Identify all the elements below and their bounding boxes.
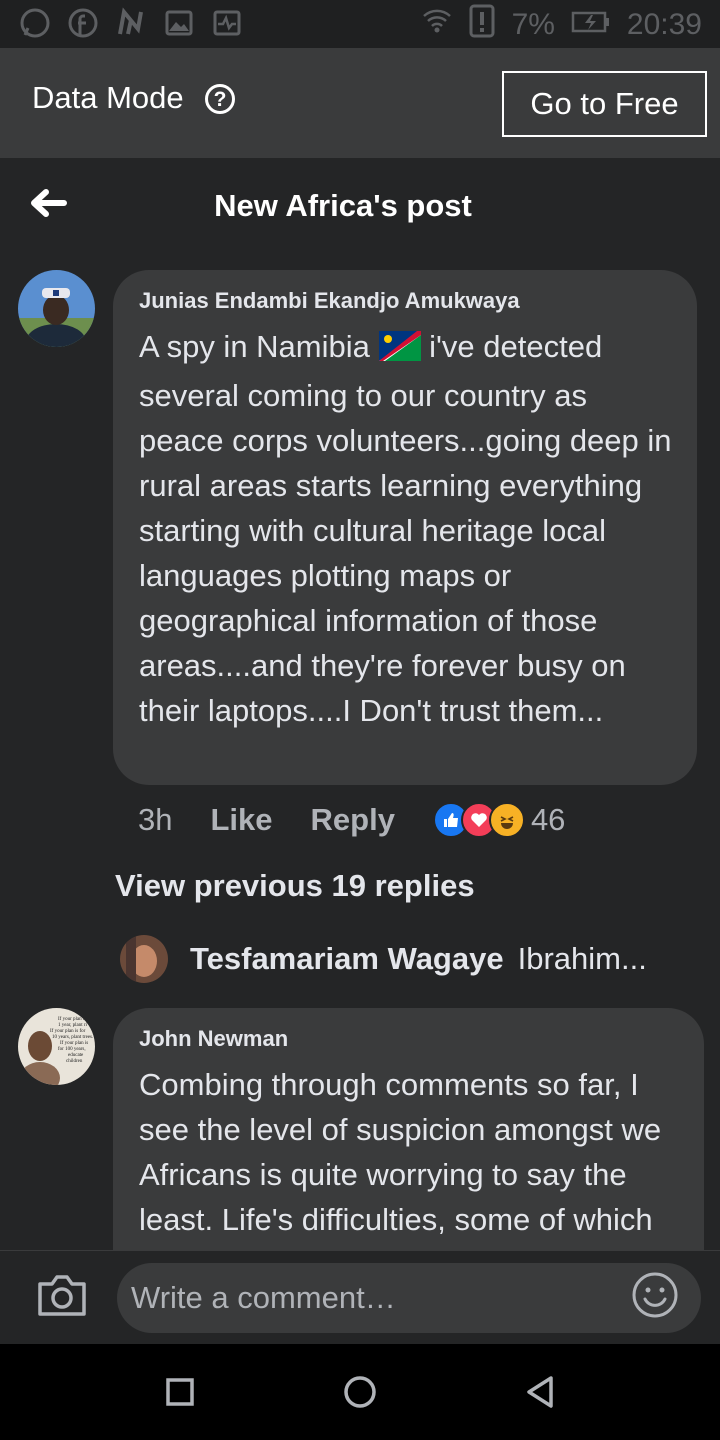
page-title: New Africa's post: [214, 188, 472, 223]
whatsapp-icon: [18, 6, 52, 40]
svg-text:If your plan is for: If your plan is for: [50, 1029, 86, 1034]
namibia-flag-icon: [378, 328, 421, 373]
home-button[interactable]: [340, 1372, 380, 1412]
facebook-icon: [66, 6, 100, 40]
reaction-count[interactable]: 46: [531, 802, 565, 838]
recents-button[interactable]: [160, 1372, 200, 1412]
svg-text:for 100 years,: for 100 years,: [58, 1047, 86, 1052]
back-button[interactable]: [520, 1372, 560, 1412]
reply-snippet: Ibrahim...: [517, 941, 647, 976]
camera-icon[interactable]: [36, 1272, 88, 1318]
svg-text:If your plan is: If your plan is: [60, 1041, 88, 1046]
emoji-icon[interactable]: [631, 1271, 679, 1319]
reply-preview[interactable]: Tesfamariam Wagaye Ibrahim...: [120, 935, 647, 983]
comment-text: A spy in Namibia i've detected several c…: [139, 328, 672, 728]
go-to-free-button[interactable]: Go to Free: [502, 71, 707, 137]
like-button[interactable]: Like: [210, 802, 272, 838]
gallery-icon: [162, 6, 196, 40]
svg-text:1 year, plant ri: 1 year, plant ri: [58, 1023, 88, 1028]
comment-author[interactable]: Junias Endambi Ekandjo Amukwaya: [139, 288, 673, 314]
avatar[interactable]: If your plan is 1 year, plant ri If your…: [18, 1008, 95, 1085]
clock: 20:39: [626, 8, 702, 41]
haha-reaction-icon: [488, 802, 525, 838]
n-icon: [114, 6, 148, 40]
avatar[interactable]: [18, 270, 95, 347]
svg-text:children: children: [66, 1059, 83, 1064]
comment-time: 3h: [138, 802, 173, 837]
alert-icon: [468, 4, 496, 46]
comment-actions: 3h Like Reply 46: [138, 800, 565, 840]
avatar: [120, 935, 168, 983]
activity-icon: [210, 6, 244, 40]
data-mode-label: Data Mode: [32, 80, 184, 115]
comment-input[interactable]: [117, 1263, 701, 1333]
svg-text:educate: educate: [68, 1053, 84, 1058]
svg-text:If your plan is: If your plan is: [58, 1017, 86, 1022]
question-icon[interactable]: ?: [205, 84, 235, 114]
comment-author[interactable]: John Newman: [139, 1026, 684, 1052]
wifi-icon: [422, 8, 452, 42]
reactions[interactable]: [432, 802, 525, 838]
battery-percent: 7%: [511, 8, 555, 41]
svg-text:10 years, plant trees.: 10 years, plant trees.: [52, 1035, 93, 1040]
comment-bubble[interactable]: Junias Endambi Ekandjo Amukwaya A spy in…: [113, 270, 697, 785]
view-previous-replies-link[interactable]: View previous 19 replies: [115, 868, 475, 904]
status-bar: 7% 20:39: [0, 0, 720, 48]
battery-charging-icon: [571, 8, 611, 42]
reply-author: Tesfamariam Wagaye: [190, 941, 504, 976]
reply-button[interactable]: Reply: [311, 802, 395, 838]
